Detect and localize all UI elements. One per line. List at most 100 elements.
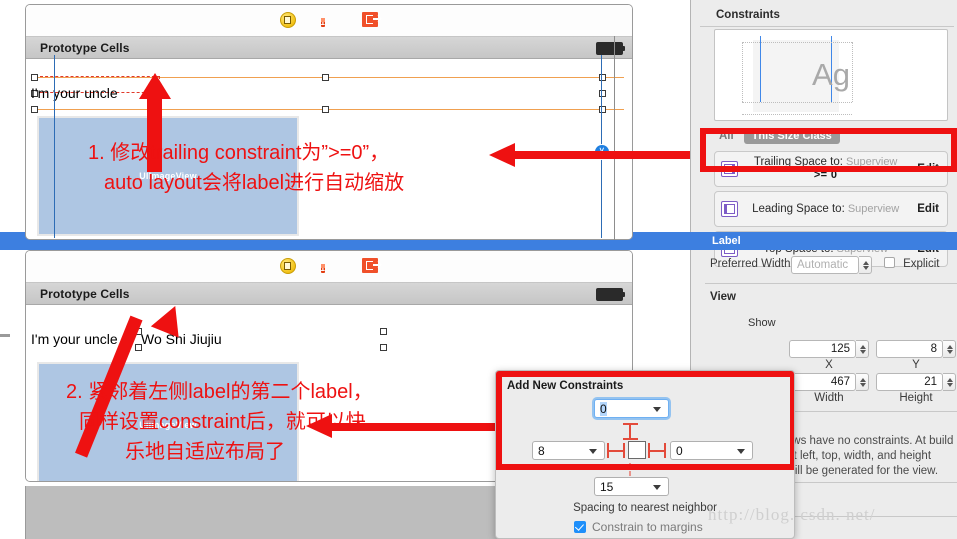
- prototype-cells-header-bottom: Prototype Cells: [26, 283, 632, 305]
- constrain-to-margins-label: Constrain to margins: [592, 520, 703, 534]
- view-controller-icon[interactable]: [279, 12, 297, 29]
- preferred-width-stepper[interactable]: Automatic: [791, 256, 872, 274]
- battery-icon: [596, 42, 625, 55]
- uilabel-uncle[interactable]: I'm your uncle: [31, 85, 118, 101]
- trailing-space-icon: [721, 161, 738, 177]
- constraint-name: Trailing Space to:: [753, 156, 843, 168]
- constraint-row-leading[interactable]: Leading Space to: Superview Edit: [714, 191, 948, 227]
- uilabel-uncle[interactable]: I'm your uncle: [31, 331, 118, 347]
- frame-y-stepper[interactable]: 8: [876, 340, 956, 358]
- first-responder-icon[interactable]: 1: [320, 258, 338, 275]
- scene-toolbar-top[interactable]: 1: [26, 5, 632, 37]
- annotation-pointer-head-1: [489, 143, 515, 167]
- scene-toolbar-bottom[interactable]: 1: [26, 251, 632, 283]
- exit-icon[interactable]: [361, 12, 379, 29]
- preferred-width-field[interactable]: Automatic: [791, 256, 859, 274]
- preview-dotted-top: [742, 42, 852, 43]
- chevron-down-icon[interactable]: [653, 485, 661, 490]
- frame-width-stepper[interactable]: 467: [789, 373, 869, 391]
- top-spacing-value[interactable]: 0: [600, 401, 607, 416]
- explicit-checkbox[interactable]: [884, 257, 895, 268]
- guide-line-top: [34, 77, 624, 78]
- frame-height-stepper-buttons[interactable]: [943, 373, 956, 391]
- annotation-note1-line2: auto layout会将label进行自动缩放: [104, 172, 405, 194]
- frame-x-field[interactable]: 125: [789, 340, 856, 358]
- frame-width-field[interactable]: 467: [789, 373, 856, 391]
- explicit-label: Explicit: [903, 258, 940, 270]
- alignment-guide-blue-left: [54, 55, 55, 238]
- constraints-note-line2: xplicit left, top, width, and height: [768, 450, 932, 462]
- preview-dotted-baseline: [742, 114, 852, 115]
- first-responder-icon[interactable]: 1: [320, 12, 338, 29]
- right-spacing-combo[interactable]: 0: [670, 441, 753, 460]
- top-spacing-combo[interactable]: 0: [594, 399, 669, 418]
- frame-x-stepper-buttons[interactable]: [856, 340, 869, 358]
- constraint-preview-box[interactable]: Ag: [714, 29, 948, 121]
- selection-handle[interactable]: [135, 344, 142, 351]
- uilabel-woshijiujiu[interactable]: Wo Shi Jiujiu: [141, 331, 222, 347]
- constraints-note-line3: nts will be generated for the view.: [768, 465, 939, 477]
- frame-y-field[interactable]: 8: [876, 340, 943, 358]
- size-class-this-tab[interactable]: This Size Class: [743, 128, 840, 144]
- prototype-cell-panel-top[interactable]: 1 Prototype Cells I'm your uncle UIImage…: [25, 4, 633, 240]
- left-spacing-combo[interactable]: 8: [532, 441, 605, 460]
- section-header-label: Prototype Cells: [40, 286, 130, 301]
- constraints-section-title: Constraints: [716, 9, 780, 21]
- prototype-cells-header-top: Prototype Cells: [26, 37, 632, 59]
- chevron-down-icon[interactable]: [737, 449, 745, 454]
- selection-handle[interactable]: [31, 106, 38, 113]
- view-section-title: View: [710, 291, 736, 303]
- watermark: http://blog. csdn. net/: [708, 505, 876, 524]
- annotation-note2-line3: 乐地自适应布局了: [125, 441, 285, 463]
- constraint-center-box[interactable]: [628, 441, 646, 459]
- annotation-note1-line1: 1. 修改trailing constraint为”>=0”，: [88, 142, 390, 164]
- popover-title: Add New Constraints: [507, 380, 624, 392]
- edit-button[interactable]: Edit: [917, 203, 939, 215]
- constraint-target: Superview: [847, 202, 900, 215]
- preferred-width-stepper-buttons[interactable]: [859, 256, 872, 274]
- right-spacing-value[interactable]: 0: [676, 444, 683, 458]
- show-label: Show: [748, 317, 776, 329]
- preview-glyph: Ag: [812, 57, 850, 92]
- frame-x-stepper[interactable]: 125: [789, 340, 869, 358]
- frame-y-stepper-buttons[interactable]: [943, 340, 956, 358]
- chevron-down-icon[interactable]: [589, 449, 597, 454]
- preview-dotted-bottom: [742, 102, 852, 103]
- size-class-all-tab[interactable]: All: [719, 130, 734, 142]
- frame-width-caption: Width: [814, 392, 844, 404]
- annotation-pointer-head-2: [306, 414, 332, 438]
- preferred-width-label-wrap: Preferred Width: [710, 258, 791, 270]
- battery-icon: [596, 288, 625, 301]
- constrain-to-margins-checkbox[interactable]: [574, 521, 586, 533]
- annotation-note2-line1: 2. 紧邻着左侧label的第二个label，: [66, 381, 373, 403]
- left-hbar-start: [623, 443, 625, 458]
- frame-height-stepper[interactable]: 21: [876, 373, 956, 391]
- constraint-name: Leading Space to:: [752, 202, 845, 215]
- frame-width-stepper-buttons[interactable]: [856, 373, 869, 391]
- bottom-spacing-combo[interactable]: 15: [594, 477, 669, 496]
- explicit-checkbox-wrap[interactable]: Explicit: [884, 257, 940, 270]
- constraint-row-trailing[interactable]: Trailing Space to: Superview >= 0 Edit: [714, 151, 948, 187]
- size-class-switch[interactable]: All This Size Class: [714, 125, 948, 147]
- bottom-spacing-value[interactable]: 15: [600, 480, 613, 494]
- edit-button[interactable]: Edit: [917, 163, 939, 175]
- top-ibeam-foot: [623, 438, 638, 440]
- right-hbar-end: [664, 443, 666, 458]
- selection-handle[interactable]: [322, 74, 329, 81]
- selection-handle[interactable]: [322, 106, 329, 113]
- annotation-arrow-head-1: [139, 73, 171, 99]
- annotation-pointer-shaft-1: [513, 151, 690, 159]
- selection-handle[interactable]: [380, 344, 387, 351]
- selection-handle[interactable]: [31, 74, 38, 81]
- constraints-note-line1: d views have no constraints. At build: [768, 435, 954, 447]
- ruler-tick: [0, 334, 10, 337]
- left-spacing-value[interactable]: 8: [538, 444, 545, 458]
- preferred-width-label: Preferred Width: [710, 258, 791, 270]
- leading-space-icon: [721, 201, 738, 217]
- view-controller-icon[interactable]: [279, 258, 297, 275]
- chevron-down-icon[interactable]: [653, 407, 661, 412]
- selection-handle[interactable]: [380, 328, 387, 335]
- frame-height-field[interactable]: 21: [876, 373, 943, 391]
- divider: [705, 283, 957, 284]
- exit-icon[interactable]: [361, 258, 379, 275]
